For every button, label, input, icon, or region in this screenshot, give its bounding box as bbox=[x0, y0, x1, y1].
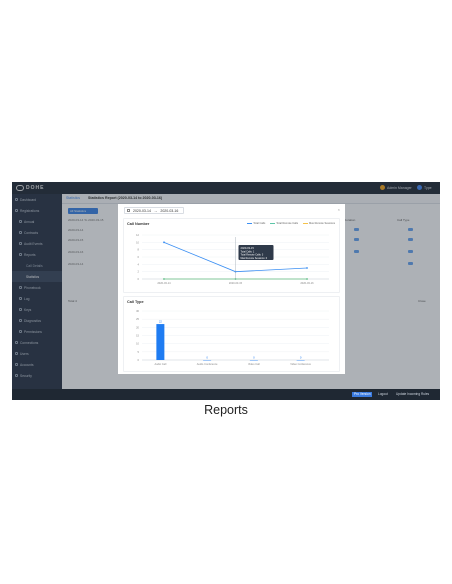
close-icon[interactable]: × bbox=[338, 207, 340, 212]
x-tick-label: 2020-03-16 bbox=[300, 281, 314, 285]
y-tick-label: 2 bbox=[138, 270, 140, 274]
date-end: 2020-03-16 bbox=[160, 208, 179, 213]
y-tick-label: 15 bbox=[136, 334, 139, 338]
y-tick-label: 20 bbox=[136, 325, 139, 329]
call-number-card: Call Number Total Calls Total Remote Cal… bbox=[123, 218, 340, 293]
logout-button[interactable]: Logout bbox=[378, 392, 388, 396]
y-tick-label: 0 bbox=[138, 277, 140, 281]
bar bbox=[156, 324, 165, 360]
date-range-picker[interactable]: 2020-03-14 → 2020-03-16 bbox=[124, 207, 184, 214]
y-tick-label: 8 bbox=[138, 248, 140, 252]
y-tick-label: 4 bbox=[138, 262, 140, 266]
y-tick-label: 30 bbox=[136, 309, 139, 313]
date-separator-arrow-icon: → bbox=[153, 208, 158, 213]
statistics-modal: 2020-03-14 → 2020-03-16 × Call Number To… bbox=[118, 204, 345, 374]
y-tick-label: 12 bbox=[136, 233, 139, 237]
y-tick-label: 10 bbox=[136, 342, 139, 346]
x-tick-label: 2020-03-15 bbox=[229, 281, 243, 285]
y-tick-label: 10 bbox=[136, 240, 139, 244]
x-tick-label: Audio Call bbox=[154, 362, 166, 366]
figure-caption: Reports bbox=[204, 403, 248, 417]
status-bar: Pro Version Logout Update Incoming Rules bbox=[12, 389, 440, 400]
y-tick-label: 25 bbox=[136, 317, 139, 321]
call-type-bar-chart: 0 5 10 15 20 25 30 22 Audio Call 0 Audio Conferenc… bbox=[136, 309, 329, 366]
pro-version-button[interactable]: Pro Version bbox=[352, 392, 373, 397]
bar-value-label: 0 bbox=[300, 356, 302, 360]
tooltip-date: 2020-03-15 bbox=[241, 246, 255, 250]
y-tick-label: 6 bbox=[138, 255, 140, 259]
y-tick-label: 0 bbox=[138, 358, 140, 362]
date-start: 2020-03-14 bbox=[133, 208, 151, 213]
x-tick-label: Video Call bbox=[248, 362, 260, 366]
call-type-card: Call Type 0 5 10 15 20 25 30 22 Audio Call 0 Audio… bbox=[123, 296, 340, 372]
bar-value-label: 0 bbox=[253, 356, 255, 360]
y-tick-label: 5 bbox=[138, 350, 140, 354]
app-screenshot: DOHE Admin Manager Type Dashboard Registr… bbox=[12, 182, 440, 400]
x-tick-label: Audio Conference bbox=[197, 362, 218, 366]
x-tick-label: Video Conference bbox=[290, 362, 311, 366]
x-tick-label: 2020-03-14 bbox=[157, 281, 171, 285]
tooltip-line: Max Remote Sessions: 0 bbox=[241, 257, 268, 260]
bar-value-label: 0 bbox=[206, 356, 208, 360]
data-point bbox=[163, 241, 165, 244]
call-number-line-chart: 0 2 4 6 8 10 12 2020-03-14 2020-03-15 2020-03-16 2… bbox=[136, 233, 329, 285]
bar-value-label: 22 bbox=[159, 320, 163, 324]
update-rules-button[interactable]: Update Incoming Rules bbox=[396, 392, 429, 396]
calendar-icon bbox=[127, 209, 130, 212]
data-point bbox=[306, 278, 308, 280]
data-point bbox=[306, 267, 308, 269]
data-point bbox=[163, 278, 165, 280]
